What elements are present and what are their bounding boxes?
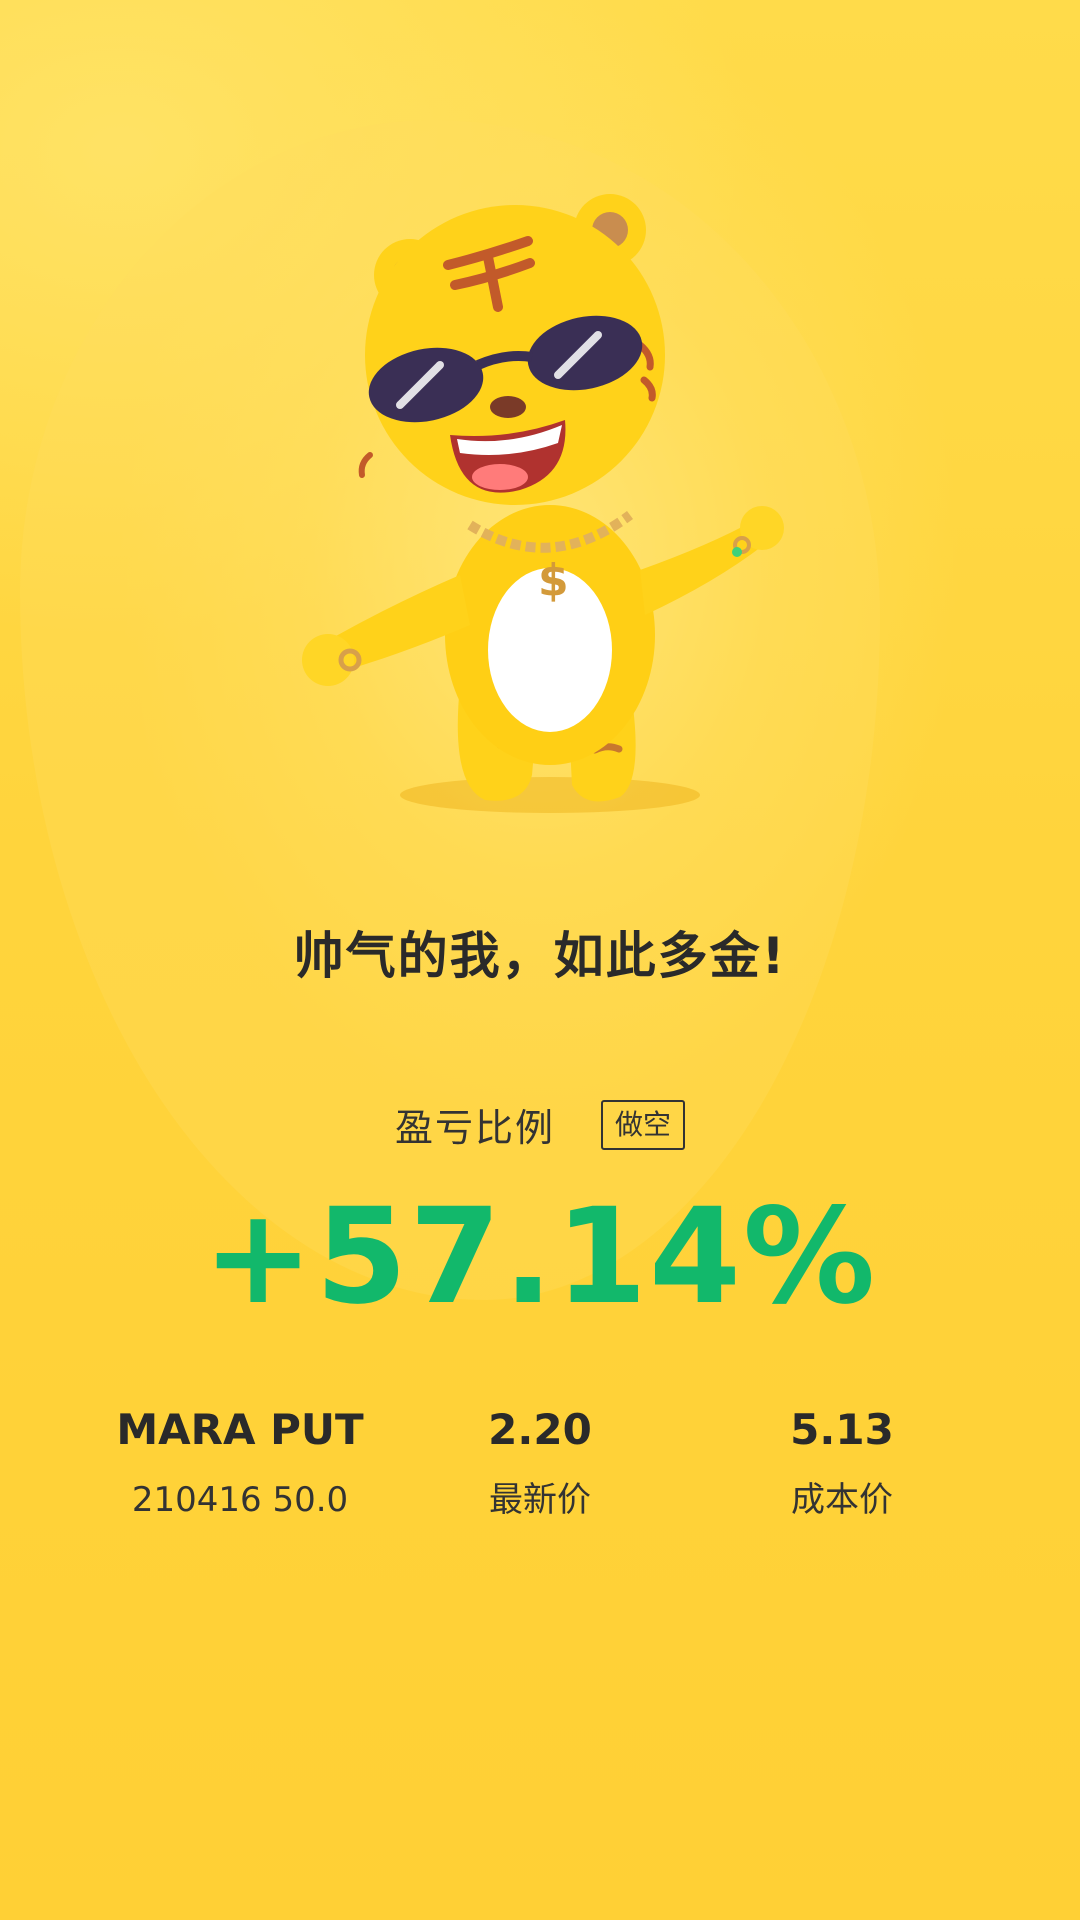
pnl-ratio-value: +57.14% — [202, 1180, 878, 1334]
cost-price-label: 成本价 — [791, 1480, 893, 1520]
position-stats: MARA PUT 210416 50.0 2.20 最新价 5.13 成本价 — [0, 1400, 1080, 1540]
pnl-ratio-header: 盈亏比例 做空 — [0, 1097, 1080, 1152]
latest-price-label: 最新价 — [489, 1480, 591, 1520]
slogan-text: 帅气的我，如此多金! — [293, 927, 787, 985]
direction-badge: 做空 — [601, 1099, 686, 1150]
tiger-mascot-icon: $ — [300, 185, 800, 825]
svg-text:$: $ — [538, 555, 569, 606]
pnl-ratio-label: 盈亏比例 — [394, 1106, 555, 1150]
cost-price-value: 5.13 — [790, 1405, 894, 1454]
contract-detail: 210416 50.0 — [131, 1480, 349, 1520]
latest-price-value: 2.20 — [488, 1405, 592, 1454]
cost-price-info: 5.13 成本价 — [682, 1400, 1002, 1530]
contract-info: MARA PUT 210416 50.0 — [80, 1400, 400, 1530]
latest-price-info: 2.20 最新价 — [380, 1400, 700, 1530]
contract-name: MARA PUT — [116, 1405, 364, 1454]
